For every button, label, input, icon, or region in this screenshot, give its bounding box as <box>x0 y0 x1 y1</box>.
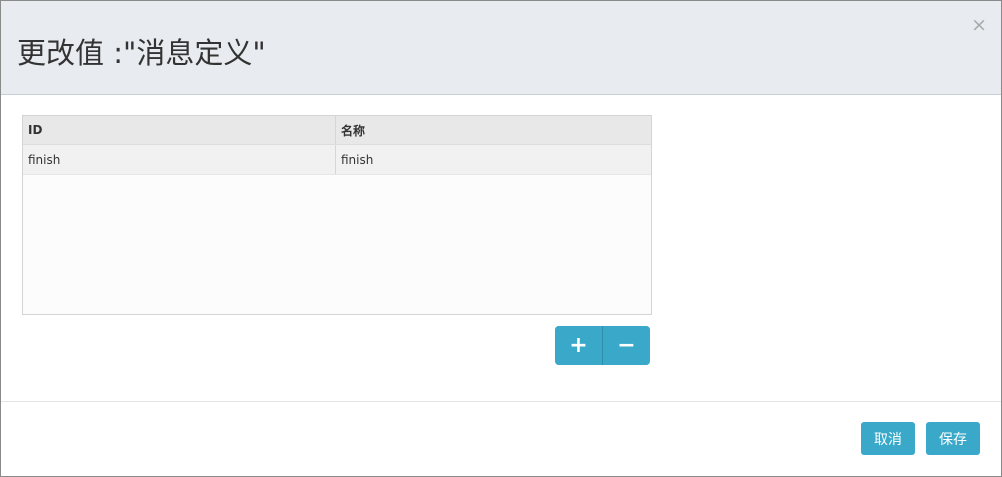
cell-id[interactable]: finish <box>23 145 336 174</box>
column-header-id[interactable]: ID <box>23 116 336 144</box>
remove-row-button[interactable]: − <box>602 326 650 365</box>
grid-header-row: ID 名称 <box>23 116 651 145</box>
dialog-title: 更改值 :"消息定义" <box>17 36 266 70</box>
cancel-button[interactable]: 取消 <box>861 422 915 455</box>
add-row-button[interactable]: + <box>555 326 602 365</box>
table-row[interactable]: finish finish <box>23 145 651 175</box>
message-definition-grid: ID 名称 finish finish <box>22 115 652 315</box>
dialog-header: 更改值 :"消息定义" × <box>1 1 1001 95</box>
cell-name[interactable]: finish <box>336 145 651 174</box>
column-header-name[interactable]: 名称 <box>336 116 651 144</box>
footer-divider <box>1 401 1001 402</box>
row-action-buttons: + − <box>555 326 650 365</box>
edit-value-dialog: 更改值 :"消息定义" × ID 名称 finish finish + − 取消… <box>0 0 1002 477</box>
close-icon[interactable]: × <box>971 15 987 35</box>
save-button[interactable]: 保存 <box>926 422 980 455</box>
